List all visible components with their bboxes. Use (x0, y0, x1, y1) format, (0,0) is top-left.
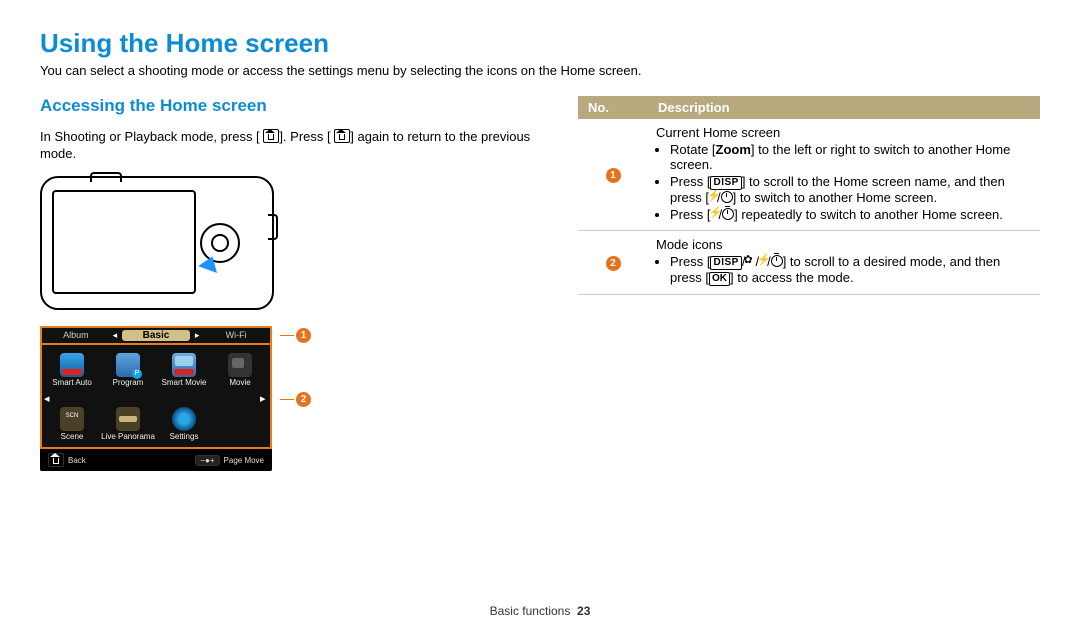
hs-tab-wifi: Wi-Fi (202, 330, 270, 340)
th-no: No. (578, 96, 648, 119)
program-icon (116, 353, 140, 377)
home-screen-mock: Album ◂ Basic ▸ Wi-Fi Smart Auto Program… (40, 326, 300, 472)
timer-icon (771, 255, 783, 267)
page-footer: Basic functions 23 (0, 604, 1080, 618)
list-item: Rotate [Zoom] to the left or right to sw… (670, 142, 1032, 172)
smart-movie-icon (172, 353, 196, 377)
hs-tab-basic: Basic (122, 330, 190, 341)
panorama-icon (116, 407, 140, 431)
timer-icon (722, 208, 734, 220)
chevron-left-icon: ◂ (44, 392, 52, 405)
callout-1: 1 (296, 328, 311, 343)
home-icon (48, 453, 64, 467)
page-intro: You can select a shooting mode or access… (40, 63, 1040, 78)
left-column: Accessing the Home screen In Shooting or… (40, 96, 550, 471)
home-icon (334, 129, 350, 143)
list-item: Press [DISP] to scroll to the Home scree… (670, 174, 1032, 205)
macro-icon (745, 256, 755, 267)
movie-icon (228, 353, 252, 377)
section-paragraph: In Shooting or Playback mode, press [ ].… (40, 129, 550, 163)
zoom-rocker-icon: −●+ (195, 455, 219, 466)
page-title: Using the Home screen (40, 28, 1040, 59)
disp-icon: DISP (710, 256, 741, 270)
chevron-right-icon: ▸ (192, 330, 203, 341)
section-heading: Accessing the Home screen (40, 96, 550, 116)
list-item: Press [DISP///] to scroll to a desired m… (670, 254, 1032, 286)
table-row: 1 Current Home screen Rotate [Zoom] to t… (578, 119, 1040, 231)
timer-icon (721, 191, 733, 203)
scene-icon (60, 407, 84, 431)
table-row: 2 Mode icons Press [DISP///] to scroll t… (578, 231, 1040, 295)
flash-icon (709, 191, 717, 203)
chevron-left-icon: ◂ (110, 330, 121, 341)
settings-icon (172, 407, 196, 431)
list-item: Press [/] repeatedly to switch to anothe… (670, 207, 1032, 222)
manual-page: Using the Home screen You can select a s… (0, 0, 1080, 630)
th-desc: Description (648, 96, 1040, 119)
smart-auto-icon (60, 353, 84, 377)
disp-icon: DISP (710, 176, 741, 190)
flash-icon (759, 255, 767, 267)
camera-illustration (40, 176, 550, 310)
callout-2: 2 (296, 392, 311, 407)
right-column: No. Description 1 Current Home screen Ro… (578, 96, 1040, 471)
hs-tab-album: Album (42, 330, 110, 340)
flash-icon (710, 208, 718, 220)
home-icon (263, 129, 279, 143)
description-table: No. Description 1 Current Home screen Ro… (578, 96, 1040, 295)
chevron-right-icon: ▸ (260, 392, 268, 405)
ok-icon: OK (709, 272, 730, 286)
